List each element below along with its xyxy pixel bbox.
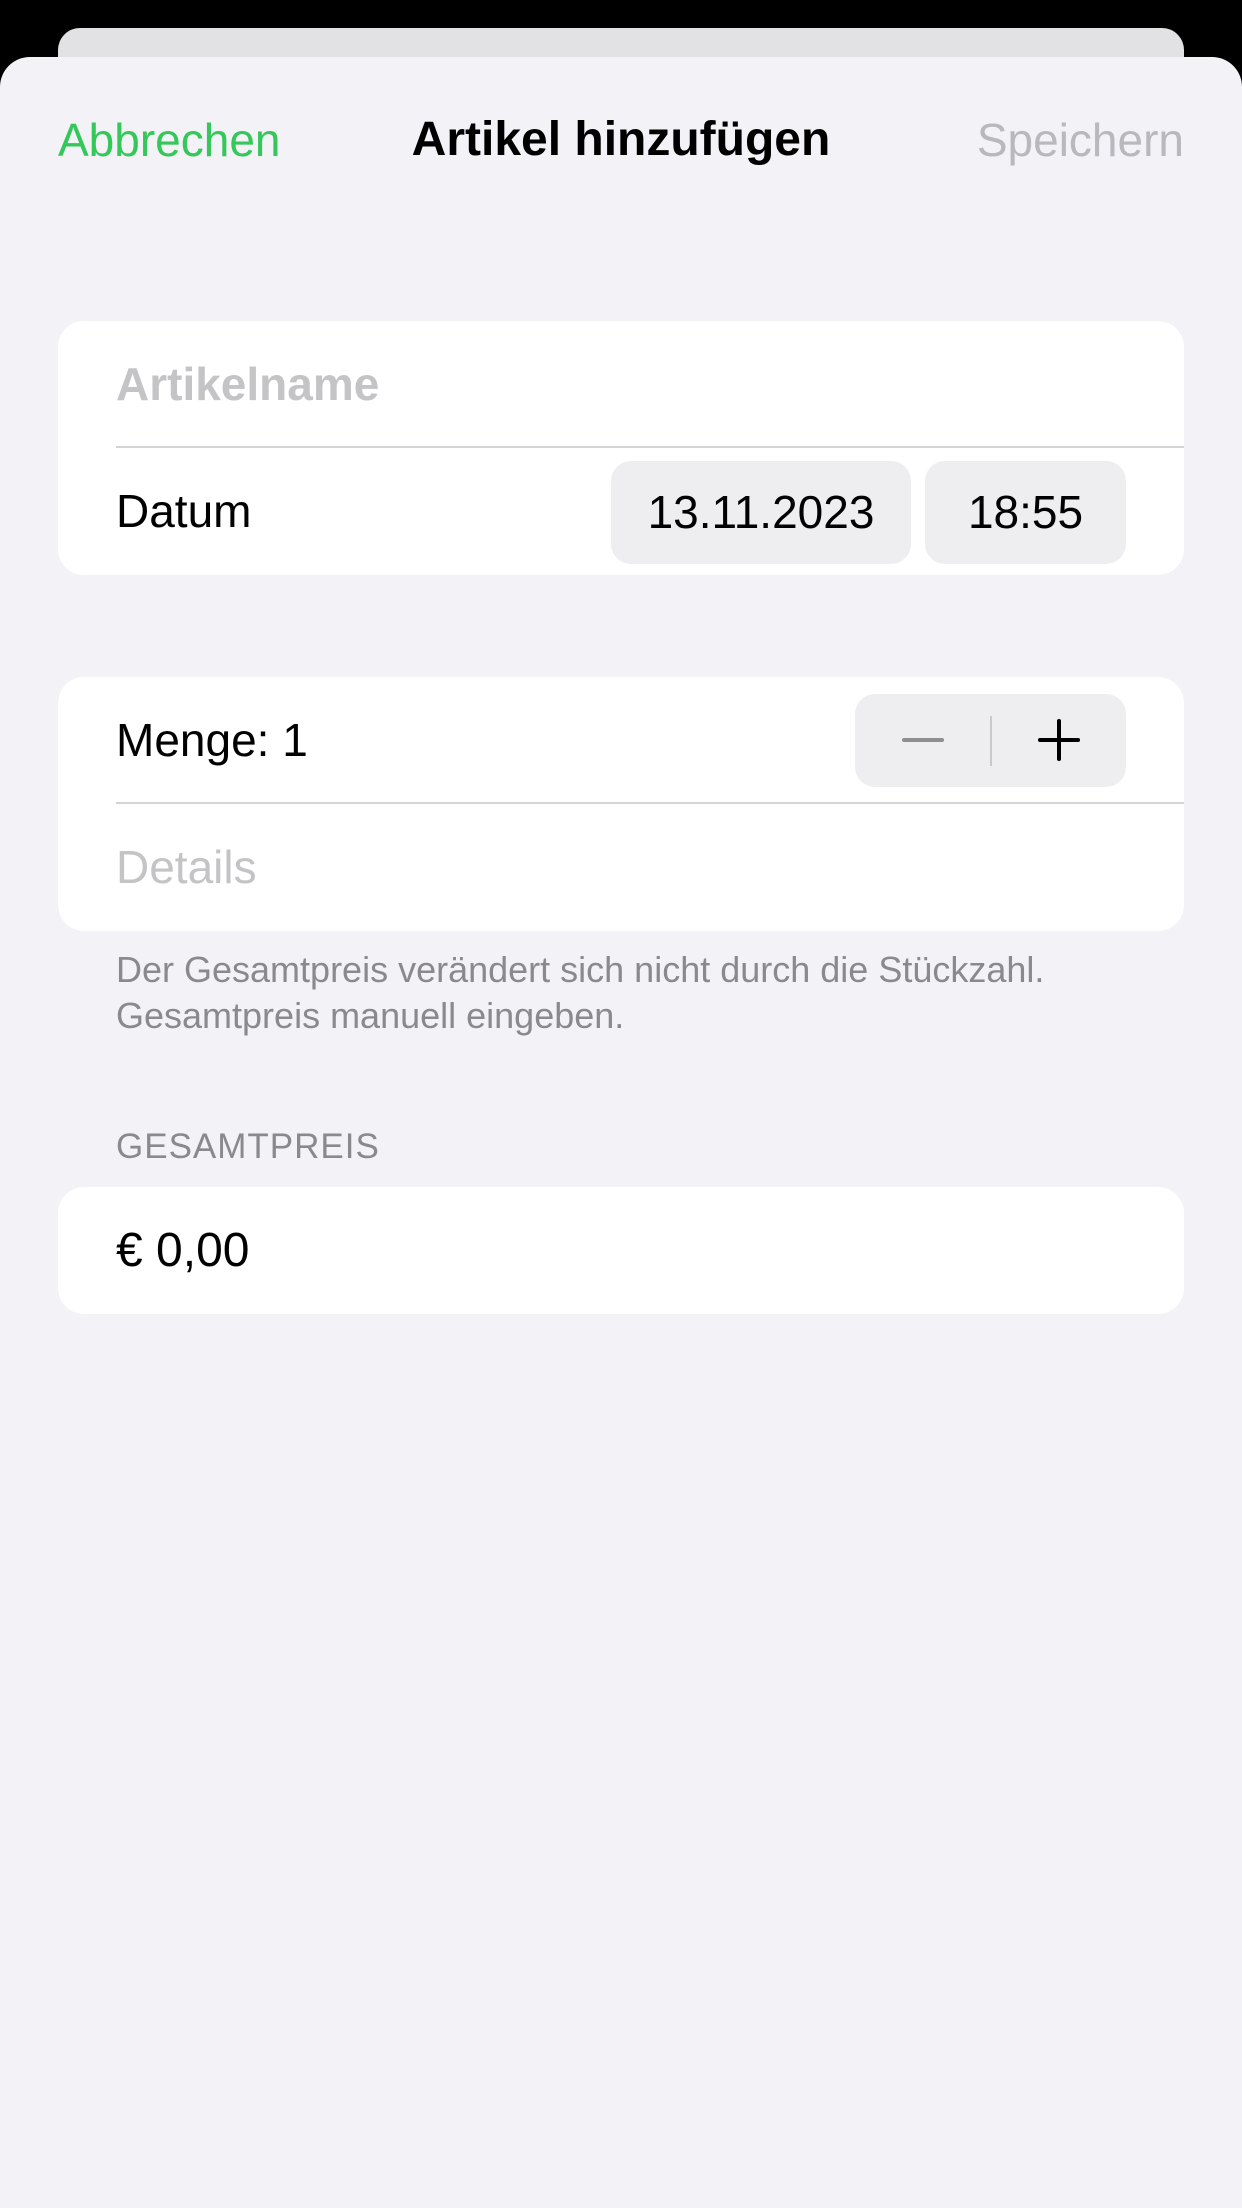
decrement-button[interactable] [855, 694, 990, 787]
quantity-row: Menge: 1 [58, 677, 1184, 804]
price-row: € 0,00 [58, 1187, 1184, 1314]
quantity-footer-note: Der Gesamtpreis verändert sich nicht dur… [116, 949, 1045, 1036]
date-row: Datum 13.11.2023 18:55 [58, 448, 1184, 575]
details-input[interactable] [116, 804, 1154, 931]
item-name-input[interactable] [116, 321, 1154, 448]
save-button[interactable]: Speichern [977, 108, 1184, 172]
total-price-field[interactable]: € 0,00 [116, 1187, 249, 1314]
increment-button[interactable] [991, 694, 1126, 787]
time-picker[interactable]: 18:55 [925, 461, 1126, 564]
date-picker[interactable]: 13.11.2023 [611, 461, 911, 564]
quantity-stepper [855, 694, 1126, 787]
details-row [58, 804, 1184, 931]
item-name-row [58, 321, 1184, 448]
quantity-group: Menge: 1 [58, 677, 1184, 931]
item-info-group: Datum 13.11.2023 18:55 [58, 321, 1184, 575]
price-section-header: GESAMTPREIS [116, 1127, 380, 1166]
date-label: Datum [116, 485, 252, 537]
quantity-label: Menge: 1 [116, 714, 308, 766]
minus-icon [902, 738, 944, 742]
price-group: € 0,00 [58, 1187, 1184, 1314]
